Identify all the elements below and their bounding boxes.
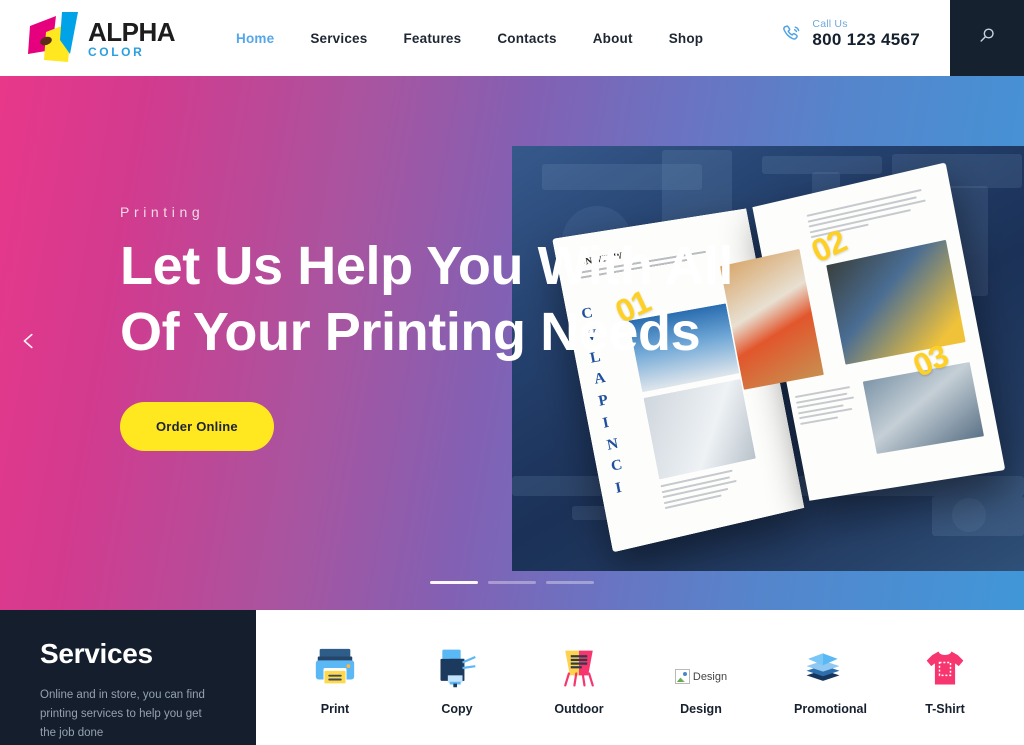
phone-number[interactable]: 800 123 4567 [812,30,920,50]
services-intro: Services Online and in store, you can fi… [0,610,256,745]
site-header: ALPHA COLOR Home Services Features Conta… [0,0,1024,76]
tshirt-icon [923,644,967,690]
service-item-tshirt[interactable]: T-Shirt [884,644,1006,716]
service-label: Promotional [794,702,867,716]
order-online-button[interactable]: Order Online [120,401,274,451]
copier-icon [435,644,479,690]
services-list: Print Copy Outdoor Design Design Promoti… [256,610,1024,745]
logo[interactable]: ALPHA COLOR [26,8,176,68]
services-title: Services [40,638,153,669]
page-root: ALPHA COLOR Home Services Features Conta… [0,0,1024,745]
service-label: T-Shirt [925,702,965,716]
broken-image-glyph [674,669,690,684]
nav-item-home[interactable]: Home [218,31,292,46]
nav-item-features[interactable]: Features [385,31,479,46]
magazine-photo-man [826,239,966,365]
phone-icon [781,23,803,45]
chevron-left-icon [18,328,40,359]
printer-icon [312,644,358,690]
nav-item-services[interactable]: Services [292,31,385,46]
service-item-print[interactable]: Print [274,644,396,716]
search-button[interactable] [950,0,1024,76]
contact-block[interactable]: Call Us 800 123 4567 [781,18,920,50]
service-label: Outdoor [554,702,604,716]
service-item-design[interactable]: Design Design [640,644,762,716]
service-label: Print [320,702,350,716]
slider-prev-button[interactable] [12,326,46,360]
service-item-promotional[interactable]: Promotional [762,644,884,716]
hero-eyebrow: Printing [120,204,205,220]
hero-slider: ON VIEW CVLAPINCI 01 02 03 Printing Let … [0,76,1024,610]
nav-item-about[interactable]: About [575,31,651,46]
logo-mark-icon [26,10,86,66]
broken-image-icon: Design [674,644,728,690]
search-icon [977,26,997,51]
call-us-label: Call Us [812,18,848,30]
hero-content: Printing Let Us Help You With All Of You… [120,204,740,451]
sign-board-icon [557,644,601,690]
nav-item-contacts[interactable]: Contacts [479,31,574,46]
magazine-caption-bottom-right [794,386,858,428]
logo-text: ALPHA COLOR [88,16,176,59]
logo-title: ALPHA [88,16,176,47]
slider-dot-3[interactable] [546,581,594,584]
services-section: Services Online and in store, you can fi… [0,610,1024,745]
services-description: Online and in store, you can find printi… [40,689,205,739]
service-label: Copy [441,702,473,716]
service-item-copy[interactable]: Copy [396,644,518,716]
logo-subtitle: COLOR [88,44,145,59]
nav-item-shop[interactable]: Shop [651,31,722,46]
slider-dot-1[interactable] [430,581,478,584]
slider-dot-2[interactable] [488,581,536,584]
hero-title: Let Us Help You With All Of Your Printin… [120,236,733,362]
broken-image-alt-text: Design [692,670,728,683]
stacked-sheets-icon [801,644,845,690]
service-label: Design [680,702,722,716]
slider-pagination [0,581,1024,584]
main-navigation: Home Services Features Contacts About Sh… [218,31,721,46]
service-item-outdoor[interactable]: Outdoor [518,644,640,716]
